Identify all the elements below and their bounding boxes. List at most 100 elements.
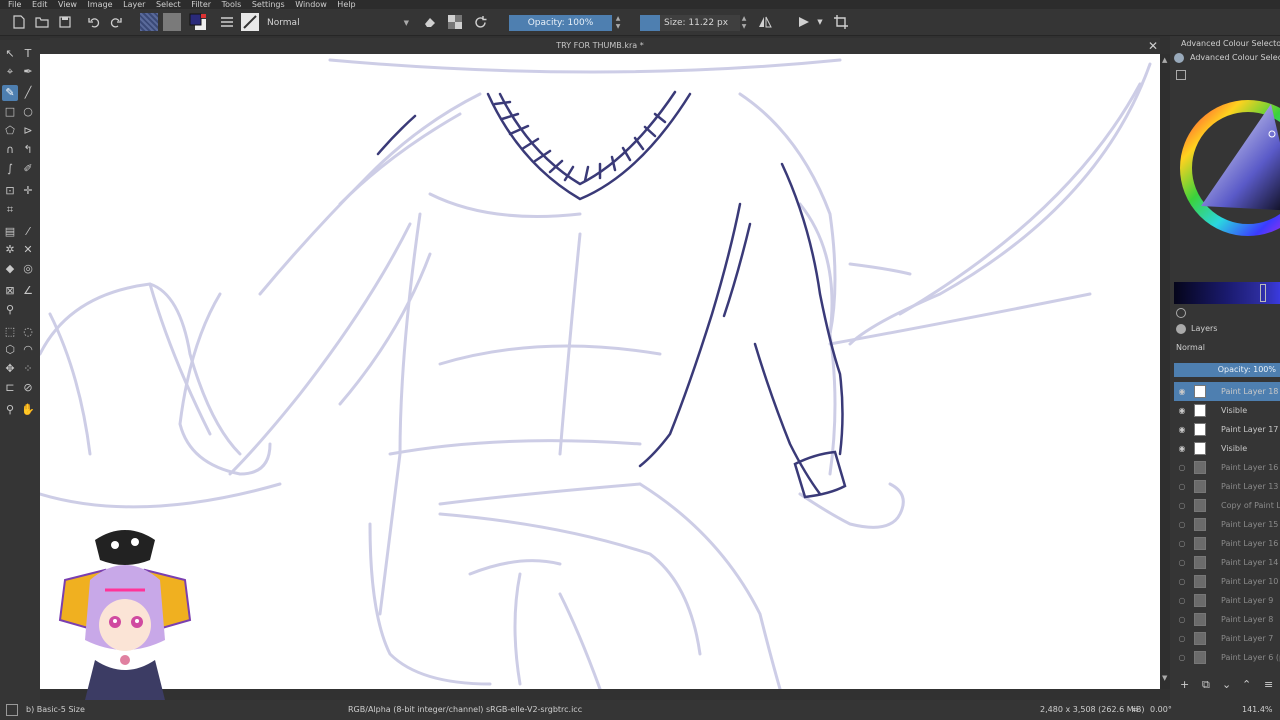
menu-select[interactable]: Select: [156, 0, 181, 9]
visibility-eye-icon[interactable]: ◉: [1177, 420, 1187, 439]
measure-tool-icon[interactable]: ∠: [20, 283, 36, 299]
enclose-fill-icon[interactable]: ◎: [20, 261, 36, 277]
brush-settings-icon[interactable]: [218, 13, 236, 31]
opacity-spin-icon[interactable]: ▲ ▼: [614, 15, 622, 31]
contiguous-select-icon[interactable]: ✥: [2, 361, 18, 377]
layer-row[interactable]: ○ Paint Layer 13: [1174, 477, 1280, 496]
drawing-canvas[interactable]: [40, 54, 1160, 689]
layer-row[interactable]: ◉ Paint Layer 17: [1174, 420, 1280, 439]
brush-preview-icon[interactable]: [6, 704, 18, 716]
chevron-down-icon[interactable]: ▼: [815, 13, 825, 31]
close-document-icon[interactable]: ✕: [1146, 38, 1160, 54]
eraser-icon[interactable]: [421, 13, 439, 31]
polyline-tool-icon[interactable]: ⊳: [20, 123, 36, 139]
fg-bg-color-icon[interactable]: [189, 13, 207, 31]
menu-window[interactable]: Window: [295, 0, 327, 9]
layer-row[interactable]: ○ Paint Layer 7: [1174, 629, 1280, 648]
layer-row[interactable]: ◉ Visible: [1174, 439, 1280, 458]
visibility-eye-icon[interactable]: ○: [1177, 629, 1187, 648]
size-spin-icon[interactable]: ▲ ▼: [740, 15, 748, 31]
visibility-eye-icon[interactable]: ○: [1177, 553, 1187, 572]
visibility-eye-icon[interactable]: ○: [1177, 515, 1187, 534]
layer-row[interactable]: ○ Paint Layer 14: [1174, 553, 1280, 572]
move-layer-up-icon[interactable]: ⌃: [1242, 678, 1251, 691]
alpha-lock-icon[interactable]: [446, 13, 464, 31]
menu-layer[interactable]: Layer: [123, 0, 145, 9]
colorize-mask-icon[interactable]: ✲: [2, 242, 18, 258]
menu-view[interactable]: View: [58, 0, 77, 9]
wrap-around-icon[interactable]: [832, 13, 850, 31]
freehand-path-icon[interactable]: ↰: [20, 142, 36, 158]
mirror-horizontal-icon[interactable]: [756, 13, 774, 31]
smart-patch-icon[interactable]: ✕: [20, 242, 36, 258]
gradient-swatch[interactable]: [140, 13, 158, 31]
move-layer-down-icon[interactable]: ⌄: [1222, 678, 1231, 691]
undo-icon[interactable]: [85, 13, 103, 31]
freehand-select-icon[interactable]: ◠: [20, 342, 36, 358]
layer-row[interactable]: ◉ Visible: [1174, 401, 1280, 420]
colour-wheel[interactable]: [1176, 86, 1280, 256]
polygon-select-icon[interactable]: ⬡: [2, 342, 18, 358]
visibility-eye-icon[interactable]: ○: [1177, 458, 1187, 477]
freehand-brush-icon[interactable]: ✎: [2, 85, 18, 101]
layer-row[interactable]: ○ Paint Layer 16 (p: [1174, 534, 1280, 553]
transform-tool-icon[interactable]: ⊡: [2, 183, 18, 199]
blend-mode-select[interactable]: Normal ▼: [263, 15, 411, 31]
layer-row[interactable]: ○ Paint Layer 6 (pa: [1174, 648, 1280, 667]
visibility-eye-icon[interactable]: ◉: [1177, 439, 1187, 458]
crop-tool-icon[interactable]: ⌗: [2, 202, 18, 218]
visibility-eye-icon[interactable]: ○: [1177, 496, 1187, 515]
layer-row[interactable]: ◉ Paint Layer 18: [1174, 382, 1280, 401]
settings-icon[interactable]: [1174, 53, 1184, 63]
reload-preset-icon[interactable]: [471, 13, 489, 31]
edit-shapes-icon[interactable]: ⌖: [2, 64, 18, 80]
canvas-vertical-scrollbar[interactable]: ▲ ▼: [1160, 54, 1170, 689]
add-layer-icon[interactable]: +: [1180, 678, 1189, 691]
open-folder-icon[interactable]: [33, 13, 51, 31]
text-tool-icon[interactable]: T: [20, 46, 36, 62]
opacity-slider[interactable]: Opacity: 100%: [509, 15, 612, 31]
visibility-eye-icon[interactable]: ○: [1177, 477, 1187, 496]
pan-tool-icon[interactable]: ✋: [20, 402, 36, 418]
menu-edit[interactable]: Edit: [32, 0, 48, 9]
menu-settings[interactable]: Settings: [252, 0, 285, 9]
layer-row[interactable]: ○ Paint Layer 16: [1174, 458, 1280, 477]
assistant-tool-icon[interactable]: ⊠: [2, 283, 18, 299]
layer-blend-select[interactable]: Normal: [1176, 341, 1280, 355]
ellipse-select-icon[interactable]: ◌: [20, 324, 36, 340]
move-tool-icon[interactable]: ✛: [20, 183, 36, 199]
dynamic-brush-icon[interactable]: ∫: [2, 161, 18, 177]
scroll-down-icon[interactable]: ▼: [1162, 674, 1167, 682]
size-slider[interactable]: Size: 11.22 px: [640, 15, 740, 31]
pattern-swatch[interactable]: [163, 13, 181, 31]
layer-row[interactable]: ○ Paint Layer 9: [1174, 591, 1280, 610]
polygon-tool-icon[interactable]: ⬠: [2, 123, 18, 139]
redo-icon[interactable]: [107, 13, 125, 31]
layer-row[interactable]: ○ Copy of Paint La: [1174, 496, 1280, 515]
select-shapes-icon[interactable]: ↖: [2, 46, 18, 62]
menu-file[interactable]: File: [8, 0, 21, 9]
layer-row[interactable]: ○ Paint Layer 10: [1174, 572, 1280, 591]
rectangle-tool-icon[interactable]: □: [2, 104, 18, 120]
visibility-eye-icon[interactable]: ◉: [1177, 401, 1187, 420]
rect-select-icon[interactable]: ⬚: [2, 324, 18, 340]
visibility-eye-icon[interactable]: ○: [1177, 534, 1187, 553]
fill-tool-icon[interactable]: ◆: [2, 261, 18, 277]
duplicate-layer-icon[interactable]: ⧉: [1202, 678, 1210, 692]
visibility-eye-icon[interactable]: ○: [1177, 648, 1187, 667]
line-tool-icon[interactable]: ╱: [20, 85, 36, 101]
layer-row[interactable]: ○ Paint Layer 8: [1174, 610, 1280, 629]
brush-preset-icon[interactable]: [241, 13, 259, 31]
rotation-icon[interactable]: ⇔: [1132, 700, 1139, 720]
visibility-eye-icon[interactable]: ○: [1177, 610, 1187, 629]
mirror-vertical-icon[interactable]: [795, 13, 813, 31]
calligraphy-icon[interactable]: ✒: [20, 64, 36, 80]
zoom-tool-icon[interactable]: ⚲: [2, 402, 18, 418]
visibility-eye-icon[interactable]: ○: [1177, 591, 1187, 610]
scroll-up-icon[interactable]: ▲: [1162, 56, 1167, 64]
visibility-eye-icon[interactable]: ◉: [1177, 382, 1187, 401]
menu-filter[interactable]: Filter: [191, 0, 211, 9]
magnetic-select-icon[interactable]: ⊘: [20, 380, 36, 396]
menu-tools[interactable]: Tools: [222, 0, 242, 9]
bezier-tool-icon[interactable]: ∩: [2, 142, 18, 158]
